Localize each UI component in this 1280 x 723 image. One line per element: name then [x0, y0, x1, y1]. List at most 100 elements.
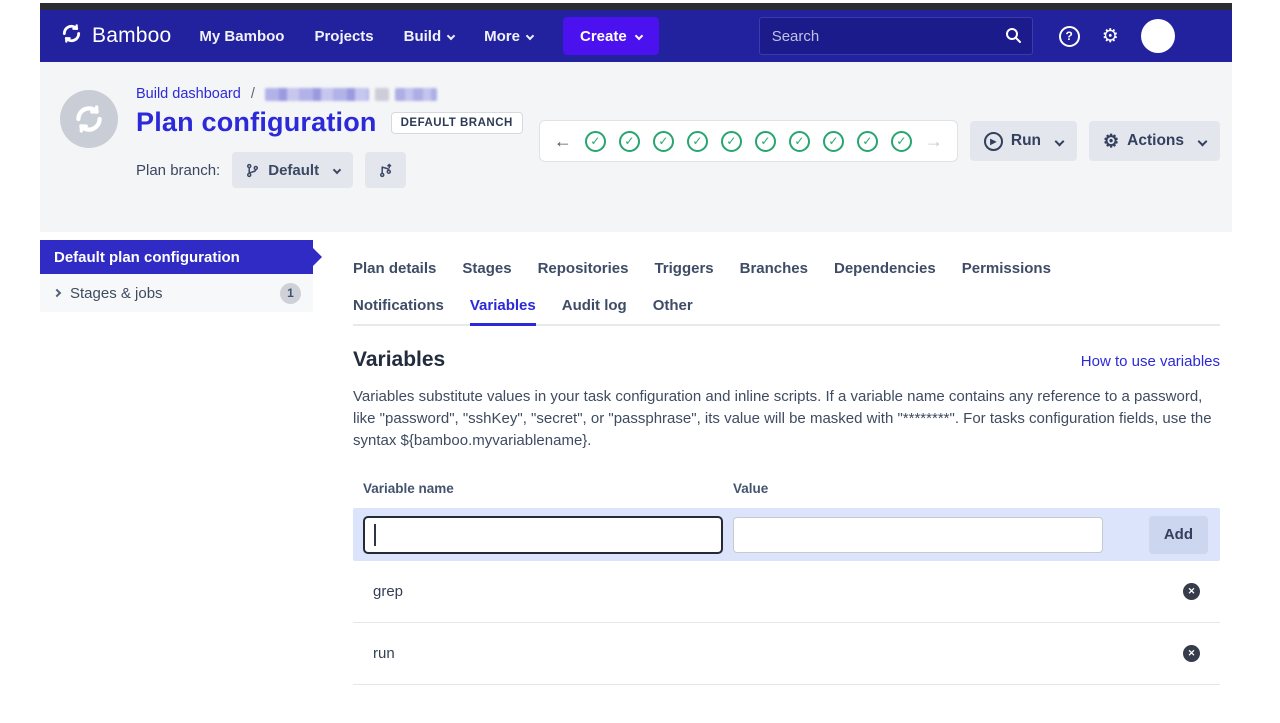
sidebar-item-stages-jobs[interactable]: Stages & jobs 1 [40, 274, 313, 312]
nav-item-build[interactable]: Build [404, 28, 455, 45]
run-button[interactable]: ▶ Run [970, 121, 1077, 161]
config-sidebar: Default plan configuration Stages & jobs… [40, 232, 345, 685]
nav-item-more[interactable]: More [484, 28, 533, 45]
build-status-icons: ✓ ✓ ✓ ✓ ✓ ✓ ✓ ✓ ✓ ✓ [585, 131, 912, 152]
body-row: Default plan configuration Stages & jobs… [40, 232, 1232, 685]
build-success-check-icon[interactable]: ✓ [755, 131, 776, 152]
search-input[interactable] [759, 17, 1033, 55]
build-success-check-icon[interactable]: ✓ [823, 131, 844, 152]
plan-sync-icon [60, 90, 118, 148]
tab-row: Notifications Variables Audit log Other [353, 297, 1220, 324]
actions-button[interactable]: ⚙ Actions [1089, 121, 1220, 161]
build-success-check-icon[interactable]: ✓ [585, 131, 606, 152]
plan-header-actions: ← ✓ ✓ ✓ ✓ ✓ ✓ ✓ ✓ ✓ ✓ → ▶ Run ⚙ Actions [539, 120, 1220, 162]
redacted-breadcrumb [395, 88, 437, 101]
tab-triggers[interactable]: Triggers [654, 260, 713, 286]
create-branch-icon [378, 163, 393, 178]
tab-stages[interactable]: Stages [462, 260, 511, 286]
brand-name: Bamboo [92, 24, 171, 48]
variable-value-input[interactable] [733, 517, 1103, 553]
add-button[interactable]: Add [1149, 516, 1208, 554]
table-row: grep ✕ [353, 561, 1220, 623]
settings-gear-icon[interactable]: ⚙ [1102, 27, 1119, 46]
config-tabs: Plan details Stages Repositories Triggers Br… [353, 260, 1220, 326]
breadcrumb-separator: / [251, 86, 255, 102]
table-row: run ✕ [353, 623, 1220, 685]
variables-heading: Variables [353, 348, 445, 372]
tab-audit-log[interactable]: Audit log [562, 297, 627, 326]
tab-dependencies[interactable]: Dependencies [834, 260, 936, 286]
chevron-down-icon [333, 166, 341, 174]
plan-branch-label: Plan branch: [136, 162, 220, 179]
top-navbar: Bamboo My Bamboo Projects Build More Create… [40, 10, 1232, 62]
chevron-down-icon [634, 31, 642, 39]
variables-section-head: Variables How to use variables [353, 348, 1220, 372]
bamboo-logo-icon [60, 22, 83, 50]
nav-item-my-bamboo[interactable]: My Bamboo [199, 28, 284, 45]
play-icon: ▶ [984, 132, 1003, 151]
build-success-check-icon[interactable]: ✓ [857, 131, 878, 152]
window-top-strip [40, 3, 1232, 10]
text-cursor [374, 524, 376, 546]
variables-rows: grep ✕ run ✕ [353, 561, 1220, 685]
sidebar-item-default-plan-configuration[interactable]: Default plan configuration [40, 240, 313, 274]
sidebar-item-label: Stages & jobs [70, 285, 163, 302]
build-success-check-icon[interactable]: ✓ [653, 131, 674, 152]
older-builds-arrow-icon[interactable]: ← [554, 131, 572, 152]
user-avatar[interactable] [1141, 19, 1175, 53]
build-success-check-icon[interactable]: ✓ [619, 131, 640, 152]
build-success-check-icon[interactable]: ✓ [721, 131, 742, 152]
newer-builds-arrow-icon: → [925, 131, 943, 152]
tab-other[interactable]: Other [653, 297, 693, 326]
title-row: Plan configuration DEFAULT BRANCH [136, 107, 523, 138]
tab-plan-details[interactable]: Plan details [353, 260, 436, 286]
variable-name: run [373, 645, 395, 662]
chevron-down-icon [1055, 136, 1065, 146]
chevron-down-icon [526, 31, 534, 39]
how-to-use-variables-link[interactable]: How to use variables [1081, 353, 1220, 370]
variable-name-input-wrap [363, 516, 723, 554]
plan-branch-select[interactable]: Default [232, 152, 353, 188]
search-icon[interactable] [1004, 26, 1022, 49]
breadcrumb: Build dashboard / [136, 86, 523, 102]
plan-header: Build dashboard / Plan configuration DEF… [40, 62, 1232, 232]
branch-icon [245, 163, 260, 178]
gear-icon: ⚙ [1103, 132, 1119, 150]
bamboo-logo[interactable]: Bamboo [60, 22, 171, 50]
redacted-breadcrumb [265, 88, 369, 101]
delete-variable-icon[interactable]: ✕ [1183, 583, 1200, 600]
variables-table-header: Variable name Value [353, 481, 1220, 496]
search-container [759, 17, 1033, 55]
build-success-check-icon[interactable]: ✓ [789, 131, 810, 152]
stages-count-badge: 1 [280, 283, 301, 304]
column-header-value: Value [723, 481, 768, 496]
chevron-right-icon [53, 289, 61, 297]
add-variable-row: Add [353, 508, 1220, 561]
delete-variable-icon[interactable]: ✕ [1183, 645, 1200, 662]
chevron-down-icon [447, 31, 455, 39]
variable-name-input[interactable] [363, 516, 723, 554]
build-success-check-icon[interactable]: ✓ [687, 131, 708, 152]
tab-permissions[interactable]: Permissions [962, 260, 1051, 286]
navbar-icon-group: ? ⚙ [1059, 19, 1175, 53]
help-icon[interactable]: ? [1059, 26, 1080, 47]
tab-branches[interactable]: Branches [740, 260, 808, 286]
build-success-check-icon[interactable]: ✓ [891, 131, 912, 152]
build-results-strip: ← ✓ ✓ ✓ ✓ ✓ ✓ ✓ ✓ ✓ ✓ → [539, 120, 958, 162]
chevron-down-icon [1198, 136, 1208, 146]
page-title: Plan configuration [136, 107, 377, 138]
create-branch-button[interactable] [365, 152, 406, 188]
column-header-variable-name: Variable name [353, 481, 723, 496]
create-button[interactable]: Create [563, 17, 659, 55]
nav-item-projects[interactable]: Projects [314, 28, 373, 45]
tab-row: Plan details Stages Repositories Triggers Br… [353, 260, 1220, 284]
plan-branch-row: Plan branch: Default [136, 152, 523, 188]
variable-name: grep [373, 583, 403, 600]
breadcrumb-build-dashboard-link[interactable]: Build dashboard [136, 86, 241, 102]
variables-description: Variables substitute values in your task… [353, 386, 1220, 451]
tab-repositories[interactable]: Repositories [538, 260, 629, 286]
app-frame: Bamboo My Bamboo Projects Build More Create… [40, 3, 1232, 685]
plan-header-text: Build dashboard / Plan configuration DEF… [136, 86, 523, 188]
tab-variables[interactable]: Variables [470, 297, 536, 326]
tab-notifications[interactable]: Notifications [353, 297, 444, 326]
